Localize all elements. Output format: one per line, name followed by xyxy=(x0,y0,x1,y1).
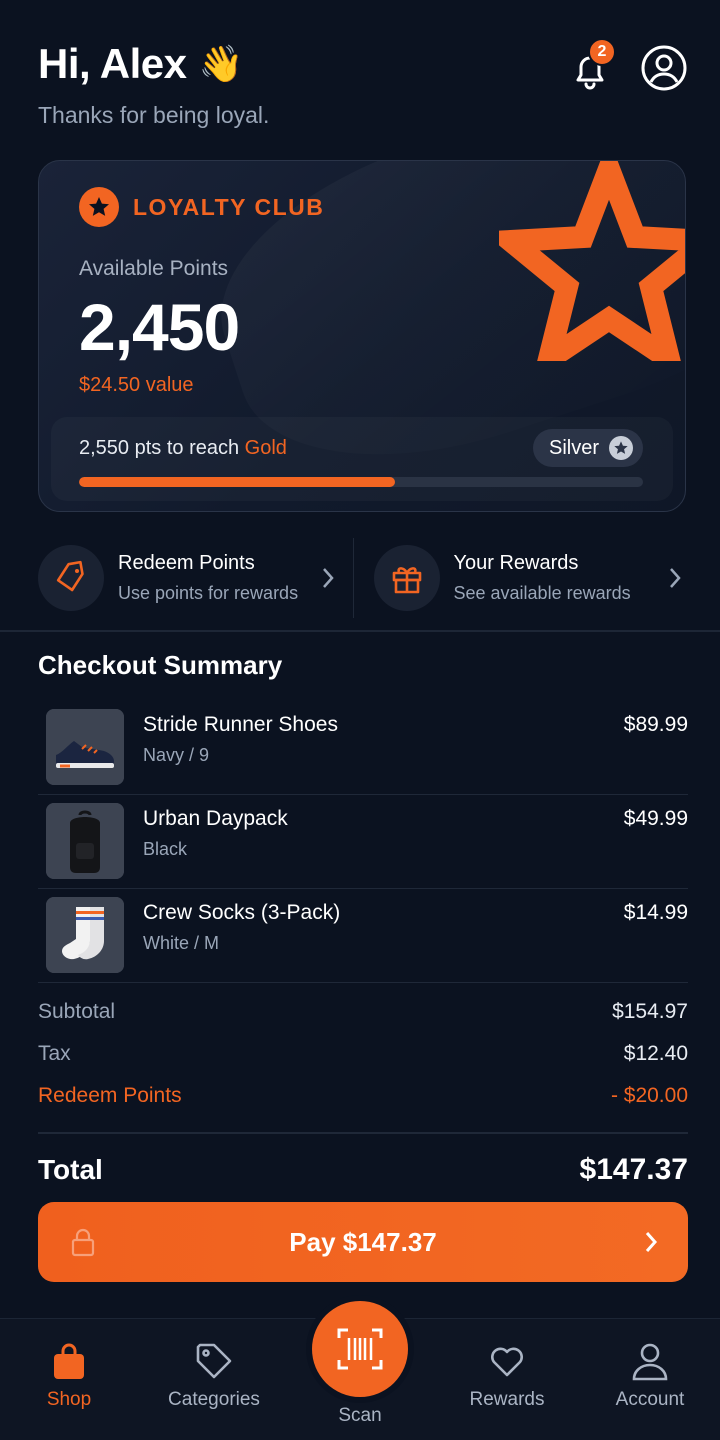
subtotal-value: $154.97 xyxy=(612,1000,688,1023)
pay-button-label: Pay $147.37 xyxy=(289,1226,437,1257)
bottom-nav: Shop Categories Scan Rewards Account xyxy=(0,1301,720,1440)
item-variant: White / M xyxy=(143,933,220,953)
checkout-summary: Checkout Summary Stride Runner Shoes Nav… xyxy=(38,650,688,983)
redeem-points-value: - $20.00 xyxy=(610,1084,688,1107)
barcode-scan-icon xyxy=(337,1328,383,1370)
cart-items: Stride Runner Shoes Navy / 9 $89.99 Urba… xyxy=(38,701,688,983)
subtotal-label: Subtotal xyxy=(38,1000,116,1023)
item-name: Crew Socks (3-Pack) xyxy=(143,901,341,924)
shoe-image xyxy=(46,709,124,785)
pay-button[interactable]: Pay $147.37 xyxy=(38,1202,688,1282)
backpack-image xyxy=(46,803,124,879)
chevron-right-icon xyxy=(322,568,334,588)
item-price: $49.99 xyxy=(623,807,688,830)
cart-item[interactable]: Urban Daypack Black $49.99 xyxy=(38,795,688,889)
quick-actions: Redeem Points Use points for rewards You… xyxy=(38,538,688,618)
total-value: $147.37 xyxy=(579,1152,688,1186)
greeting-subtitle: Thanks for being loyal. xyxy=(38,102,270,128)
total-label: Total xyxy=(38,1153,103,1185)
wave-emoji: 👋 xyxy=(198,43,244,84)
tax-value: $12.40 xyxy=(623,1042,688,1065)
item-name: Stride Runner Shoes xyxy=(143,713,338,736)
tag-icon xyxy=(196,1343,232,1379)
nav-shop[interactable]: Shop xyxy=(4,1341,134,1411)
your-rewards-subtitle: See available rewards xyxy=(453,583,631,603)
tier-progress-text: 2,550 pts to reach Gold xyxy=(79,437,287,460)
big-star-icon xyxy=(499,161,685,361)
redeem-points-action[interactable]: Redeem Points Use points for rewards xyxy=(38,538,353,618)
item-name: Urban Daypack xyxy=(143,807,288,830)
tax-row: Tax $12.40 xyxy=(38,1042,688,1084)
gift-icon xyxy=(373,545,440,611)
your-rewards-action[interactable]: Your Rewards See available rewards xyxy=(352,538,689,618)
points-value: $24.50 value xyxy=(79,374,194,396)
subtotal-row: Subtotal $154.97 xyxy=(38,1000,688,1042)
tier-progress-bar xyxy=(79,477,643,487)
tax-label: Tax xyxy=(38,1042,71,1065)
item-variant: Navy / 9 xyxy=(143,745,210,765)
notification-badge: 2 xyxy=(588,38,616,66)
your-rewards-title: Your Rewards xyxy=(453,552,579,574)
cart-item[interactable]: Crew Socks (3-Pack) White / M $14.99 xyxy=(38,889,688,983)
redeem-points-subtitle: Use points for rewards xyxy=(118,583,299,603)
lock-icon xyxy=(71,1228,95,1257)
loyalty-club-header: LOYALTY CLUB xyxy=(79,187,324,227)
chevron-right-icon xyxy=(645,1232,658,1252)
next-tier-name: Gold xyxy=(244,437,287,459)
account-icon[interactable] xyxy=(640,44,688,92)
header: Hi, Alex 👋 Thanks for being loyal. 2 xyxy=(38,38,688,140)
current-tier-label: Silver xyxy=(548,436,599,459)
tier-progress-prefix: 2,550 pts to reach xyxy=(79,437,245,459)
tier-progress-panel: 2,550 pts to reach Gold Silver xyxy=(51,417,673,501)
nav-categories[interactable]: Categories xyxy=(149,1341,279,1411)
scan-button[interactable] xyxy=(312,1301,408,1397)
loyalty-card[interactable]: LOYALTY CLUB Available Points 2,450 $24.… xyxy=(38,160,686,512)
nav-shop-label: Shop xyxy=(46,1389,92,1410)
tier-progress-fill xyxy=(79,477,395,487)
loyalty-club-label: LOYALTY CLUB xyxy=(133,193,325,220)
redeem-points-title: Redeem Points xyxy=(118,552,255,574)
nav-rewards[interactable]: Rewards xyxy=(442,1341,572,1411)
order-totals: Subtotal $154.97 Tax $12.40 Redeem Point… xyxy=(38,1000,688,1206)
checkout-summary-title: Checkout Summary xyxy=(38,650,283,680)
nav-categories-label: Categories xyxy=(168,1389,260,1410)
greeting-text: Hi, Alex xyxy=(38,40,187,87)
total-row: Total $147.37 xyxy=(38,1134,688,1206)
cart-item[interactable]: Stride Runner Shoes Navy / 9 $89.99 xyxy=(38,701,688,795)
nav-account-label: Account xyxy=(615,1389,685,1410)
points-balance: 2,450 xyxy=(79,290,240,364)
nav-scan-label: Scan xyxy=(338,1405,382,1426)
redeem-points-row: Redeem Points - $20.00 xyxy=(38,1084,688,1126)
chevron-right-icon xyxy=(670,568,681,588)
shopping-bag-icon xyxy=(54,1343,84,1379)
nav-account[interactable]: Account xyxy=(585,1341,715,1411)
current-tier-badge: Silver xyxy=(532,429,643,467)
available-points-label: Available Points xyxy=(79,257,229,280)
item-variant: Black xyxy=(143,839,188,859)
heart-icon xyxy=(491,1347,523,1377)
tag-icon xyxy=(38,545,104,611)
item-price: $89.99 xyxy=(623,713,688,736)
socks-image xyxy=(46,897,124,973)
star-icon xyxy=(79,187,119,227)
redeem-points-label: Redeem Points xyxy=(38,1084,182,1107)
person-icon xyxy=(632,1343,668,1381)
section-divider xyxy=(0,630,720,632)
nav-rewards-label: Rewards xyxy=(469,1389,545,1410)
item-price: $14.99 xyxy=(623,901,688,924)
silver-star-icon xyxy=(609,436,633,460)
